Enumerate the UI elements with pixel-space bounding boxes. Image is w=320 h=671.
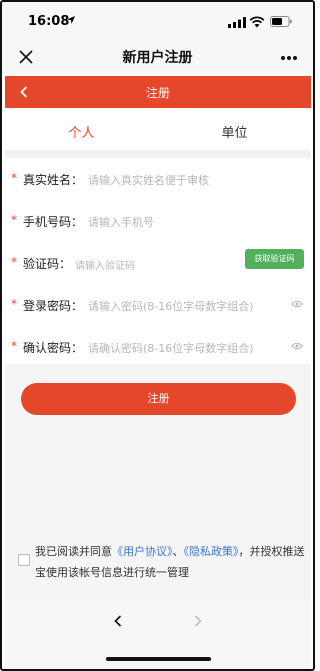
privacy-policy-link[interactable]: 《隐私政策》: [184, 545, 239, 558]
tab-bar: 个人 单位: [5, 110, 311, 150]
required-mark: *: [11, 213, 17, 227]
battery-icon: [270, 16, 292, 27]
signal-icon: [228, 17, 246, 28]
field-label: 手机号码：: [23, 215, 84, 229]
field-real-name[interactable]: * 真实姓名： 请输入真实姓名便于审核: [5, 158, 311, 200]
registration-form: * 真实姓名： 请输入真实姓名便于审核 * 手机号码： 请输入手机号 * 验证码…: [5, 158, 311, 364]
nav-title: 新用户注册: [122, 50, 193, 66]
field-label: 验证码：: [23, 257, 72, 271]
field-confirm-password[interactable]: * 确认密码： 请确认密码(8-16位字母数字组合): [5, 326, 311, 368]
required-mark: *: [11, 255, 17, 269]
wifi-icon: [249, 16, 265, 28]
phone-input[interactable]: 请输入手机号: [88, 214, 154, 230]
required-mark: *: [11, 339, 17, 353]
page-title: 注册: [145, 86, 170, 100]
status-bar: 16:08: [2, 2, 313, 42]
agreement-checkbox[interactable]: [18, 554, 30, 566]
browser-bottom-bar: [5, 600, 311, 669]
field-phone[interactable]: * 手机号码： 请输入手机号: [5, 200, 311, 242]
tab-personal[interactable]: 个人: [5, 122, 158, 141]
home-indicator: [106, 657, 211, 661]
eye-icon[interactable]: [291, 300, 303, 308]
password-input[interactable]: 请输入密码(8-16位字母数字组合): [88, 298, 254, 314]
phone-frame: 16:08 新用户注册 注册 个人 单位 * 真实姓名： 请输入真实姓名便于审核…: [0, 0, 315, 671]
register-button[interactable]: 注册: [21, 383, 296, 415]
forward-icon[interactable]: [193, 614, 203, 628]
field-label: 登录密码：: [23, 299, 84, 313]
get-code-button[interactable]: 获取验证码: [245, 249, 304, 269]
user-agreement-link[interactable]: 《用户协议》: [112, 545, 173, 558]
eye-icon[interactable]: [291, 342, 303, 350]
section-divider: [5, 150, 311, 158]
back-icon[interactable]: [113, 614, 123, 628]
required-mark: *: [11, 297, 17, 311]
page-header: 注册: [5, 76, 311, 108]
confirm-password-input[interactable]: 请确认密码(8-16位字母数字组合): [88, 340, 254, 356]
field-label: 真实姓名：: [23, 173, 84, 187]
nav-bar: 新用户注册: [2, 42, 313, 74]
required-mark: *: [11, 171, 17, 185]
agreement-prefix: 我已阅读并同意: [35, 545, 112, 558]
real-name-input[interactable]: 请输入真实姓名便于审核: [88, 172, 209, 188]
tab-organization[interactable]: 单位: [158, 122, 311, 141]
status-time: 16:08: [28, 14, 70, 29]
agreement-section: 我已阅读并同意《用户协议》、《隐私政策》，并授权推送宝使用该帐号信息进行统一管理: [5, 530, 311, 600]
verification-code-input[interactable]: 请输入验证码: [75, 257, 135, 272]
agreement-separator: 、: [172, 545, 184, 558]
field-label: 确认密码：: [23, 341, 84, 355]
field-password[interactable]: * 登录密码： 请输入密码(8-16位字母数字组合): [5, 284, 311, 326]
location-arrow-icon: [67, 16, 75, 24]
more-icon[interactable]: [280, 55, 298, 61]
agreement-text: 我已阅读并同意《用户协议》、《隐私政策》，并授权推送宝使用该帐号信息进行统一管理: [35, 541, 305, 583]
